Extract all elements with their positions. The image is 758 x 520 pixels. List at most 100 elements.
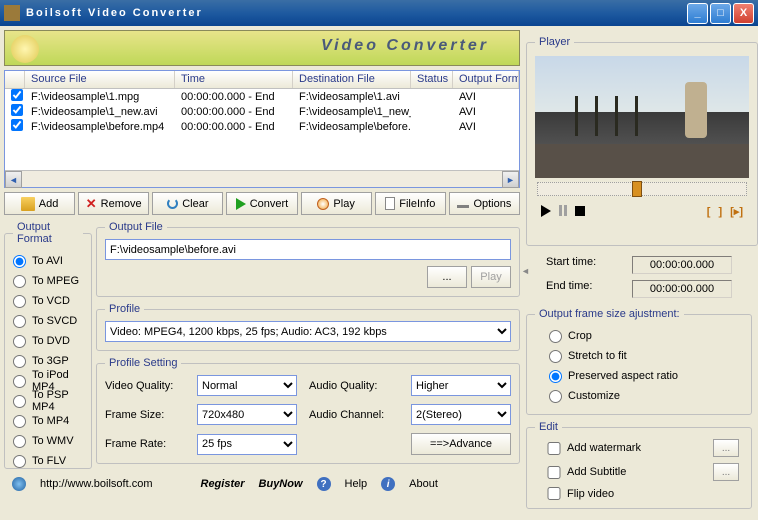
clear-button[interactable]: Clear [152,192,223,215]
row-checkbox[interactable] [11,119,23,131]
row-checkbox[interactable] [11,104,23,116]
format-radio[interactable] [13,315,26,328]
col-status[interactable]: Status [411,71,453,88]
format-radio[interactable] [13,435,26,448]
adjust-legend: Output frame size ajustment: [535,308,684,320]
row-checkbox[interactable] [11,89,23,101]
format-option[interactable]: To VCD [13,291,83,311]
website-link[interactable]: http://www.boilsoft.com [40,478,153,490]
mark-out-icon[interactable]: ] [718,206,730,218]
vq-select[interactable]: Normal [197,375,297,396]
flip-checkbox[interactable] [545,487,563,500]
format-radio[interactable] [13,255,26,268]
about-link[interactable]: About [409,478,438,490]
format-option[interactable]: To MPEG [13,271,83,291]
format-option[interactable]: To 3GP [13,351,83,371]
format-option[interactable]: To WMV [13,431,83,451]
table-row[interactable]: F:\videosample\1.mpg 00:00:00.000 - End … [5,89,519,104]
format-radio[interactable] [13,335,26,348]
format-option[interactable]: To AVI [13,251,83,271]
format-option[interactable]: To DVD [13,331,83,351]
close-button[interactable]: X [733,3,754,24]
cell-time: 00:00:00.000 - End [175,121,293,133]
adjust-radio[interactable] [549,330,562,343]
watermark-browse-button[interactable]: ... [713,439,739,457]
subtitle-browse-button[interactable]: ... [713,463,739,481]
col-dest[interactable]: Destination File [293,71,411,88]
player-stop-icon[interactable] [575,206,585,216]
profile-group: Profile Video: MPEG4, 1200 kbps, 25 fps;… [96,303,520,351]
adjust-option[interactable]: Stretch to fit [549,346,743,366]
adjust-radio[interactable] [549,370,562,383]
fr-select[interactable]: 25 fps [197,434,297,455]
fr-label: Frame Rate: [105,438,185,450]
cell-time: 00:00:00.000 - End [175,106,293,118]
scroll-right-icon[interactable]: ► [502,171,519,188]
col-source[interactable]: Source File [25,71,175,88]
register-link[interactable]: Register [201,478,245,490]
play-button[interactable]: Play [301,192,372,215]
watermark-checkbox[interactable] [545,442,563,455]
seek-slider[interactable] [537,182,747,196]
options-button[interactable]: Options [449,192,520,215]
banner: Video Converter [4,30,520,66]
adjust-radio[interactable] [549,350,562,363]
format-radio[interactable] [13,295,26,308]
col-format[interactable]: Output Format [453,71,519,88]
aq-label: Audio Quality: [309,380,399,392]
adjust-radio[interactable] [549,390,562,403]
table-row[interactable]: F:\videosample\1_new.avi 00:00:00.000 - … [5,104,519,119]
titlebar[interactable]: Boilsoft Video Converter _ □ X [0,0,758,26]
ac-select[interactable]: 2(Stereo) [411,404,511,425]
adjust-option[interactable]: Customize [549,386,743,406]
format-option[interactable]: To PSP MP4 [13,391,83,411]
advance-button[interactable]: ==>Advance [411,433,511,455]
browse-button[interactable]: ... [427,266,467,288]
cell-format: AVI [453,106,503,118]
format-radio[interactable] [13,455,26,468]
file-table[interactable]: Source File Time Destination File Status… [4,70,520,188]
format-radio[interactable] [13,375,26,388]
format-radio[interactable] [13,415,26,428]
mark-in-icon[interactable]: [ [707,206,719,218]
output-path-input[interactable] [105,239,511,260]
h-scrollbar[interactable]: ◄ ► [5,170,519,187]
video-preview[interactable] [535,56,749,178]
file-icon [385,197,395,210]
convert-button[interactable]: Convert [226,192,297,215]
help-link[interactable]: Help [345,478,368,490]
format-label: To PSP MP4 [32,389,83,413]
mark-next-icon[interactable]: [▸] [730,206,743,218]
player-play-icon[interactable] [541,205,551,217]
adjust-option[interactable]: Preserved aspect ratio [549,366,743,386]
table-row[interactable]: F:\videosample\before.mp4 00:00:00.000 -… [5,119,519,134]
adjust-option[interactable]: Crop [549,326,743,346]
format-option[interactable]: To iPod MP4 [13,371,83,391]
format-option[interactable]: To FLV [13,451,83,471]
start-time-label: Start time: [546,256,616,274]
start-time-value[interactable]: 00:00:00.000 [632,256,732,274]
remove-button[interactable]: ✕Remove [78,192,149,215]
col-time[interactable]: Time [175,71,293,88]
format-option[interactable]: To MP4 [13,411,83,431]
col-check[interactable] [5,71,25,88]
add-button[interactable]: Add [4,192,75,215]
output-file-legend: Output File [105,221,167,233]
minimize-button[interactable]: _ [687,3,708,24]
adjust-label: Crop [568,330,592,342]
format-radio[interactable] [13,355,26,368]
subtitle-checkbox[interactable] [545,466,563,479]
format-radio[interactable] [13,275,26,288]
maximize-button[interactable]: □ [710,3,731,24]
format-option[interactable]: To SVCD [13,311,83,331]
scroll-left-icon[interactable]: ◄ [5,171,22,188]
player-pause-icon[interactable] [559,205,567,216]
buynow-link[interactable]: BuyNow [259,478,303,490]
fileinfo-button[interactable]: FileInfo [375,192,446,215]
seek-thumb[interactable] [632,181,642,197]
end-time-value[interactable]: 00:00:00.000 [632,280,732,298]
fs-select[interactable]: 720x480 [197,404,297,425]
profile-select[interactable]: Video: MPEG4, 1200 kbps, 25 fps; Audio: … [105,321,511,342]
aq-select[interactable]: Higher [411,375,511,396]
format-radio[interactable] [13,395,26,408]
